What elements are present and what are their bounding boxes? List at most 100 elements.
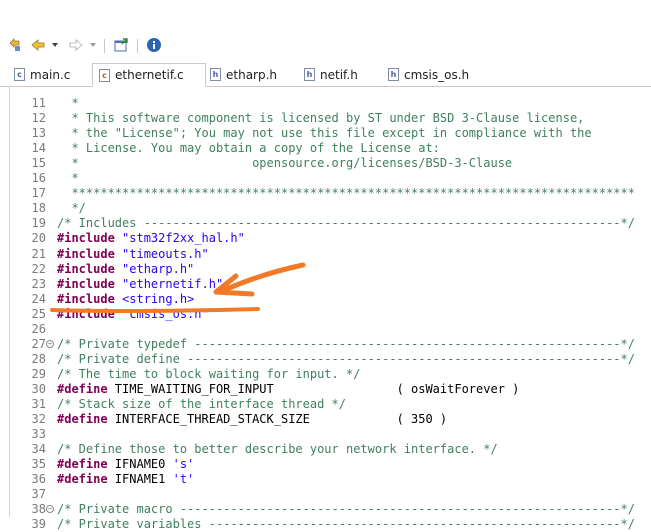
code-token: ****************************************… <box>57 186 635 201</box>
code-token: /* Includes ----------------------------… <box>57 216 635 231</box>
fold-toggle-icon[interactable]: − <box>46 505 54 514</box>
line-number: 37 <box>31 487 46 502</box>
code-line[interactable]: 35 #define IFNAME0 's' <box>10 457 651 472</box>
c-file-icon: c <box>99 68 110 82</box>
tab-cmsis-os-h[interactable]: h cmsis_os.h <box>386 64 486 85</box>
code-line[interactable]: 37 <box>10 487 651 502</box>
code-text: #include <string.h> <box>57 292 194 307</box>
dropdown-icon[interactable] <box>88 37 98 53</box>
code-line[interactable]: 16 * <box>10 171 651 186</box>
code-token: /* Private typedef ---------------------… <box>57 336 635 351</box>
fold-toggle-icon[interactable]: − <box>46 339 54 348</box>
line-number: 14 <box>31 141 46 156</box>
line-number: 20 <box>31 231 46 246</box>
code-token: INTERFACE_THREAD_STACK_SIZE ( 350 ) <box>107 412 448 427</box>
code-line[interactable]: 25 #include "cmsis_os.h" <box>10 307 651 322</box>
open-perspective-icon[interactable] <box>113 37 129 53</box>
code-line[interactable]: 20 #include "stm32f2xx_hal.h" <box>10 231 651 246</box>
code-token: #define <box>57 472 108 487</box>
code-line[interactable]: 26 <box>10 322 651 337</box>
code-line[interactable]: 31 /* Stack size of the interface thread … <box>10 397 651 412</box>
code-line[interactable]: 36 #define IFNAME1 't' <box>10 472 651 487</box>
code-token: #include <box>57 231 115 246</box>
line-number: 36 <box>31 472 46 487</box>
code-token: * This software component is licensed by… <box>57 111 585 126</box>
code-token: "timeouts.h" <box>122 246 209 261</box>
dropdown-icon[interactable] <box>50 37 60 53</box>
code-text: #define IFNAME1 't' <box>57 472 194 487</box>
code-line[interactable]: 15 * opensource.org/licenses/BSD-3-Claus… <box>10 156 651 171</box>
code-line[interactable]: 28 /* Private define --------------------… <box>10 352 651 367</box>
code-text: /* Private variables -------------------… <box>57 517 635 532</box>
code-editor[interactable]: 11 * 12 * This software component is lice… <box>9 87 651 531</box>
line-number: 26 <box>31 321 46 336</box>
code-text: #include "ethernetif.h" <box>57 277 223 292</box>
code-token: * <box>57 96 79 110</box>
code-token: #include <box>57 306 115 321</box>
code-token: "etharp.h" <box>122 261 195 276</box>
code-line[interactable]: 24 #include <string.h> <box>10 292 651 307</box>
code-line[interactable]: 14 * License. You may obtain a copy of t… <box>10 141 651 156</box>
line-number: 25 <box>31 306 46 321</box>
tab-etharp-h[interactable]: h etharp.h <box>208 64 294 85</box>
code-line[interactable]: 13 * the "License"; You may not use this… <box>10 126 651 141</box>
code-line[interactable]: 27−/* Private typedef ------------------… <box>10 337 651 352</box>
code-token: "stm32f2xx_hal.h" <box>122 231 245 246</box>
code-token: IFNAME0 <box>107 457 173 472</box>
tab-ethernetif-c[interactable]: c ethernetif.c <box>92 63 206 87</box>
code-text: /* Private define ----------------------… <box>57 352 635 367</box>
code-token: /* Private variables -------------------… <box>57 517 635 532</box>
code-line[interactable]: 38−/* Private macro --------------------… <box>10 502 651 517</box>
code-token: #define <box>57 412 108 427</box>
h-file-icon: h <box>304 68 315 81</box>
code-line[interactable]: 23 #include "ethernetif.h" <box>10 277 651 292</box>
code-text: * This software component is licensed by… <box>57 111 584 126</box>
code-text: * opensource.org/licenses/BSD-3-Clause <box>57 156 512 171</box>
tab-label: netif.h <box>320 67 358 82</box>
tab-label: main.c <box>30 67 71 82</box>
code-token: * License. You may obtain a copy of the … <box>57 141 440 156</box>
info-icon[interactable] <box>146 37 162 53</box>
tab-label: etharp.h <box>226 67 278 82</box>
code-text: /* Includes ----------------------------… <box>57 216 635 231</box>
code-token: #define <box>57 457 108 472</box>
code-line[interactable]: 18 */ <box>10 201 651 216</box>
code-line[interactable]: 39 /* Private variables -----------------… <box>10 517 651 532</box>
line-number: 29 <box>31 366 46 381</box>
code-text: #include "cmsis_os.h" <box>57 307 209 322</box>
tab-main-c[interactable]: c main.c <box>12 64 92 85</box>
code-text: /* Private macro -----------------------… <box>57 502 635 517</box>
code-token: */ <box>57 201 86 216</box>
line-number: 31 <box>31 397 46 411</box>
code-line[interactable]: 21 #include "timeouts.h" <box>10 247 651 262</box>
code-line[interactable]: 32 #define INTERFACE_THREAD_STACK_SIZE ( … <box>10 412 651 427</box>
code-line[interactable]: 22 #include "etharp.h" <box>10 262 651 277</box>
line-number: 15 <box>31 156 46 171</box>
line-number: 23 <box>31 276 46 291</box>
back-arrow-icon[interactable] <box>30 37 46 53</box>
tab-netif-h[interactable]: h netif.h <box>302 64 378 85</box>
line-number: 22 <box>31 261 46 276</box>
code-line[interactable]: 33 <box>10 427 651 442</box>
code-text: #define IFNAME0 's' <box>57 457 194 472</box>
code-line[interactable]: 11 * <box>10 96 651 111</box>
code-line[interactable]: 12 * This software component is licensed… <box>10 111 651 126</box>
forward-arrow-icon[interactable] <box>68 37 84 53</box>
back-edit-icon[interactable] <box>6 37 22 53</box>
code-line[interactable]: 17 *************************************… <box>10 186 651 201</box>
toolbar <box>0 33 651 57</box>
code-line[interactable]: 34 /* Define those to better describe you… <box>10 442 651 457</box>
code-text: #define INTERFACE_THREAD_STACK_SIZE ( 35… <box>57 412 447 427</box>
line-number: 12 <box>31 111 46 126</box>
line-number: 32 <box>31 412 46 427</box>
code-line[interactable]: 30 #define TIME_WAITING_FOR_INPUT ( osWai… <box>10 382 651 397</box>
line-number: 17 <box>31 186 46 201</box>
code-text: /* The time to block waiting for input. … <box>57 367 360 382</box>
code-token: #define <box>57 381 108 396</box>
toolbar-separator <box>104 39 105 53</box>
code-line[interactable]: 29 /* The time to block waiting for input… <box>10 367 651 382</box>
code-line[interactable]: 19 /* Includes --------------------------… <box>10 216 651 231</box>
